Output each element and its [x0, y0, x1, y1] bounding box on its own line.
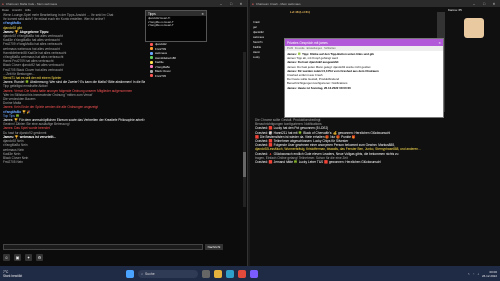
weather-desc: Stark bewölkt — [3, 273, 23, 278]
edge-icon[interactable] — [226, 269, 235, 278]
scrollbar-thumb[interactable] — [243, 152, 246, 177]
avatar-image — [464, 18, 484, 38]
popup-header: Privates Gespräch mit james ✕ — [285, 39, 443, 46]
image-icon[interactable]: ▣ — [14, 254, 21, 261]
user-list-item[interactable]: Frst2705 — [150, 74, 240, 79]
tips-panel-title: Tipps — [148, 11, 156, 16]
minimize-button[interactable]: – — [217, 2, 225, 6]
taskbar-search[interactable]: ⌕ Suche — [138, 269, 199, 278]
user-status-icon — [150, 42, 153, 46]
user-name: Black Clover — [155, 69, 171, 74]
system-tray: ˄ ◔ ♪ 00:00 26.12.2022 — [468, 270, 497, 278]
left-window-title: Chatroom Mafia Cafe - Mein webmaus — [5, 1, 58, 6]
chat-line: Frst2705 Nein — [3, 160, 24, 165]
right-window-title: Chatraum Crash - Mein webmaus — [255, 1, 301, 6]
user-list: djando92 Frst2709 webmaus Hanniklieberin88 K… — [150, 42, 240, 170]
left-titlebar: ● Chatroom Mafia Cafe - Mein webmaus – □… — [0, 0, 247, 7]
tab-profile[interactable]: Profil — [287, 47, 293, 50]
tab-friends[interactable]: Freunde — [295, 47, 305, 50]
close-icon[interactable]: ✕ — [201, 12, 204, 16]
clock[interactable]: 00:00 26.12.2022 — [482, 270, 497, 278]
tab-settings[interactable]: Einstellungen — [307, 47, 323, 50]
right-titlebar: ● Chatraum Crash - Mein webmaus – □ ✕ — [250, 0, 500, 7]
user-name: Hanniklieberin88 — [155, 55, 176, 60]
close-button[interactable]: ✕ — [490, 2, 498, 6]
user-name: Kadi3e — [155, 60, 164, 65]
user-status-icon — [150, 69, 153, 73]
chrome-icon[interactable] — [238, 269, 247, 278]
scrollbar[interactable] — [243, 52, 246, 207]
left-chat-window: ● Chatroom Mafia Cafe - Mein webmaus – □… — [0, 0, 248, 266]
chevron-up-icon[interactable]: ˄ — [468, 272, 470, 276]
private-chat-popup: Privates Gespräch mit james ✕ Profil Fre… — [284, 38, 444, 118]
close-button[interactable]: ✕ — [237, 2, 245, 6]
user-name: xYangMaBo — [155, 64, 171, 69]
user-name: Frst2705 — [155, 73, 167, 78]
left-toolbar: ☺ ▣ ✦ ⚙ — [0, 253, 247, 262]
popup-line: James: Heute ist Sonntag, 26.12.2022 00:… — [287, 85, 351, 90]
tab-close[interactable]: Schließen — [324, 47, 336, 50]
tips-panel: Tipps ✕ djando92 Heart-Ti xYangMa oo Hea… — [145, 10, 207, 42]
room-user-item[interactable]: Lucky — [253, 55, 281, 60]
weather-widget[interactable]: 7°C Stark bewölkt — [3, 270, 22, 278]
user-name: djando92 — [155, 42, 167, 47]
close-icon[interactable]: ✕ — [438, 41, 441, 45]
maximize-button[interactable]: □ — [227, 2, 235, 6]
start-icon[interactable] — [126, 269, 135, 278]
search-label: Suche — [145, 271, 155, 276]
wifi-icon[interactable]: ◔ — [473, 272, 475, 276]
user-status-icon — [150, 65, 153, 69]
left-menu-bar: Datei Ansicht Hilfe — [0, 7, 247, 12]
message-input[interactable] — [3, 244, 203, 250]
settings-icon[interactable]: ⚙ — [36, 254, 43, 261]
file-explorer-icon[interactable] — [214, 269, 223, 278]
clock-date: 26.12.2022 — [481, 273, 497, 278]
user-status-icon — [150, 60, 153, 64]
chat-line: Crashed: 🟥 Jemand hätte 🍀 Lucky Leber T&… — [255, 160, 382, 165]
search-icon: ⌕ — [141, 271, 144, 276]
user-status-icon — [150, 47, 153, 51]
maximize-button[interactable]: □ — [480, 2, 488, 6]
menu-item-help[interactable]: Hilfe — [25, 8, 31, 12]
menu-item-view[interactable]: Ansicht — [12, 8, 22, 12]
right-chat-log: Die Chrome sollte Gestalt. Produktionsbe… — [252, 118, 495, 248]
smiley-icon[interactable]: ☺ — [3, 254, 10, 261]
send-button[interactable]: Nachricht — [205, 244, 223, 250]
left-chat-log: Wenn Lounge-Spiel mehr Bearbeitung in de… — [0, 13, 145, 228]
user-status-icon — [150, 51, 153, 55]
windows-taskbar: 7°C Stark bewölkt ⌕ Suche ˄ ◔ ♪ 00:00 26… — [0, 266, 500, 281]
right-stats: Lvl 48 (Lvl 61) — [290, 10, 390, 19]
popup-title: Privates Gespräch mit james — [287, 40, 328, 45]
user-status-icon — [150, 56, 153, 60]
app-icon: ● — [2, 1, 4, 6]
menu-item-file[interactable]: Datei — [2, 8, 9, 12]
popup-messages: James: 🍀 Tipp: Klicke auf den Tipp-Butto… — [285, 51, 443, 91]
user-name: webmaus — [155, 51, 167, 56]
store-icon[interactable] — [250, 269, 259, 278]
avatar-panel — [449, 14, 499, 64]
karma-text: Karma: 65 — [448, 8, 462, 12]
level-text: Lvl 48 (Lvl 61) — [290, 10, 310, 14]
gift-icon[interactable]: ✦ — [25, 254, 32, 261]
task-view-icon[interactable] — [202, 269, 211, 278]
user-name: Frst2709 — [155, 46, 167, 51]
user-status-icon — [150, 74, 153, 78]
speaker-icon[interactable]: ♪ — [477, 272, 479, 276]
tips-line: xYangMa oo Heart-T — [148, 23, 174, 28]
app-icon: ● — [252, 1, 254, 6]
minimize-button[interactable]: – — [470, 2, 478, 6]
